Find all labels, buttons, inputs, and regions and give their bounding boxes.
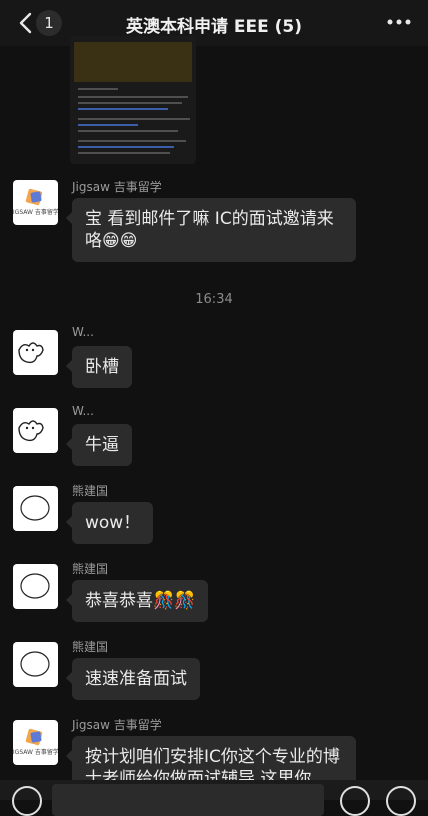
message-bubble[interactable]: 速速准备面试 bbox=[66, 658, 200, 700]
jigsaw-logo-icon: JIGSAW 吉事留学 bbox=[13, 728, 58, 756]
more-options-icon[interactable] bbox=[384, 12, 414, 32]
message-bubble[interactable]: wow！ bbox=[65, 502, 154, 544]
chat-timestamp: 16:34 bbox=[195, 292, 233, 307]
email-screenshot-image[interactable] bbox=[70, 36, 196, 164]
avatar-w[interactable] bbox=[13, 330, 58, 375]
sender-name: 熊建国 bbox=[72, 484, 109, 498]
sender-name: 熊建国 bbox=[72, 640, 109, 654]
avatar-jigsaw[interactable]: JIGSAW 吉事留学 bbox=[13, 180, 58, 225]
message-input[interactable] bbox=[52, 784, 324, 816]
message-bubble[interactable]: 恭喜恭喜🎊🎊 bbox=[65, 580, 209, 622]
sender-name: Jigsaw 吉事留学 bbox=[72, 718, 162, 732]
sketch-avatar-icon bbox=[20, 651, 50, 677]
emoji-icon[interactable] bbox=[340, 786, 370, 816]
sender-name: Jigsaw 吉事留学 bbox=[72, 180, 162, 194]
avatar-xiongjianguo[interactable] bbox=[13, 642, 58, 687]
message-bubble[interactable]: 牛逼 bbox=[66, 424, 132, 466]
message-bubble[interactable]: 宝 看到邮件了嘛 IC的面试邀请来咯😁😁 bbox=[66, 198, 356, 262]
cartoon-avatar-icon bbox=[18, 342, 44, 364]
sketch-avatar-icon bbox=[20, 573, 50, 599]
sketch-avatar-icon bbox=[20, 495, 50, 521]
svg-text:JIGSAW 吉事留学: JIGSAW 吉事留学 bbox=[13, 748, 58, 756]
message-bubble[interactable]: 卧槽 bbox=[66, 346, 132, 388]
cartoon-avatar-icon bbox=[18, 420, 44, 442]
svg-text:JIGSAW 吉事留学: JIGSAW 吉事留学 bbox=[13, 208, 58, 216]
sender-name: W... bbox=[72, 325, 94, 339]
add-more-icon[interactable] bbox=[386, 786, 416, 816]
chat-header: 1 英澳本科申请 EEE (5) bbox=[0, 0, 428, 46]
voice-input-icon[interactable] bbox=[12, 786, 42, 816]
sender-name: 熊建国 bbox=[72, 562, 109, 576]
chat-title: 英澳本科申请 EEE (5) bbox=[125, 17, 303, 37]
avatar-xiongjianguo[interactable] bbox=[13, 564, 58, 609]
input-bar bbox=[0, 780, 428, 816]
jigsaw-logo-icon: JIGSAW 吉事留学 bbox=[13, 188, 58, 216]
sender-name: W... bbox=[72, 404, 94, 418]
avatar-jigsaw[interactable]: JIGSAW 吉事留学 bbox=[13, 720, 58, 765]
avatar-xiongjianguo[interactable] bbox=[13, 486, 58, 531]
avatar-w[interactable] bbox=[13, 408, 58, 453]
